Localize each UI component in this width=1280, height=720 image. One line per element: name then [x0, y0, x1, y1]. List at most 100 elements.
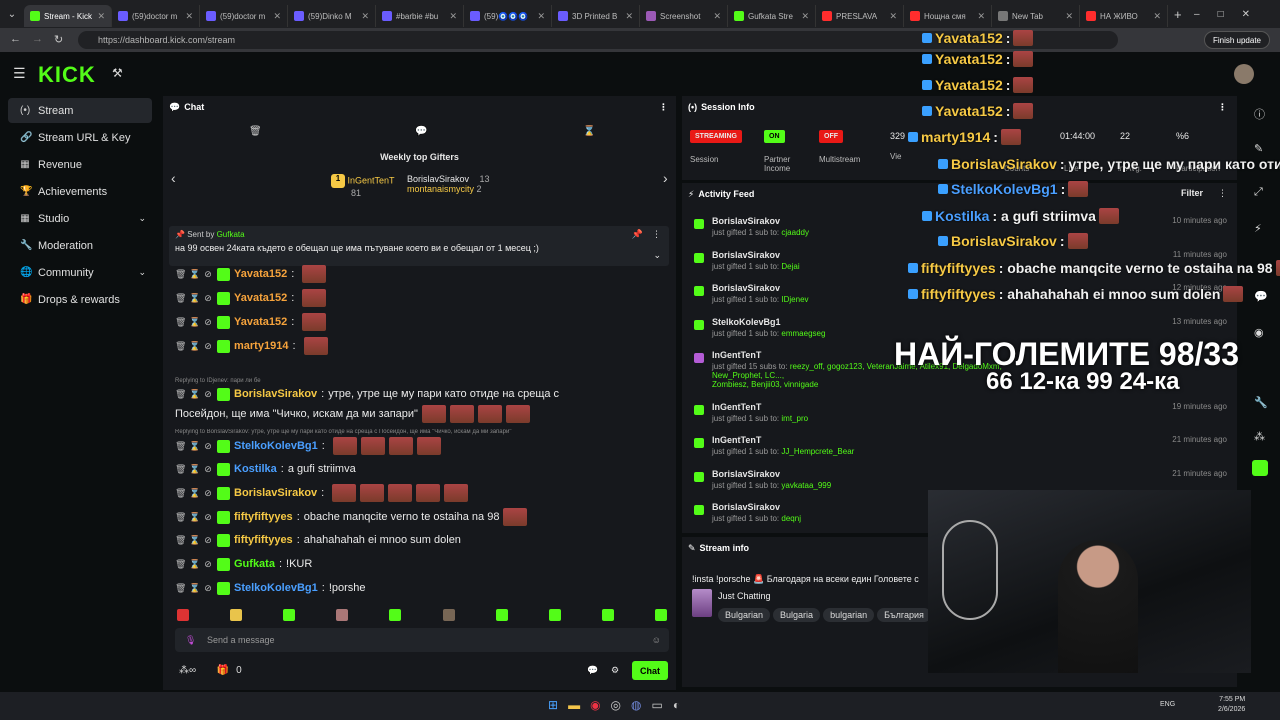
chat-rail-icon[interactable]: 💬 [1254, 290, 1268, 303]
emote-2[interactable] [230, 609, 243, 621]
emoji-icon[interactable]: ☺ [652, 635, 661, 645]
sidebar-item-revenue[interactable]: ▦ Revenue [8, 152, 152, 177]
browser-tab[interactable]: (59)🧿🧿🧿 ✕ [464, 5, 552, 27]
start-icon[interactable]: ⊞ [548, 698, 558, 712]
timeout-icon[interactable]: ⌛ [189, 389, 200, 400]
emote-9[interactable] [601, 609, 614, 621]
explorer-icon[interactable]: ▬ [568, 698, 580, 712]
delete-message-icon[interactable]: 🗑 [175, 583, 186, 594]
chevron-down-icon[interactable]: ⌄ [138, 213, 146, 224]
send-message-input[interactable]: 🎙 Send a message ☺ [175, 628, 669, 652]
tag-pill[interactable]: bulgarian [823, 608, 875, 622]
avatar[interactable] [1234, 64, 1254, 84]
ban-icon[interactable]: ⊘ [203, 488, 213, 499]
broadcast-icon[interactable]: ◉ [1254, 326, 1264, 339]
mic-icon[interactable]: 🎙 [185, 635, 196, 646]
feed-item-user[interactable]: BorislavSirakov [712, 469, 831, 479]
delete-message-icon[interactable]: 🗑 [175, 512, 186, 523]
tab-close-icon[interactable]: ✕ [537, 11, 545, 22]
browser-tab[interactable]: Нощна смя ✕ [904, 5, 992, 27]
chat-username[interactable]: Yavata152 [234, 292, 287, 304]
edit-icon[interactable]: ✎ [1254, 142, 1263, 155]
ban-icon[interactable]: ⊘ [203, 317, 213, 328]
browser-tab[interactable]: (59)doctor m ✕ [200, 5, 288, 27]
tab-close-icon[interactable]: ✕ [185, 11, 193, 22]
ban-icon[interactable]: ⊘ [203, 441, 213, 452]
timeout-icon[interactable]: ⌛ [189, 559, 200, 570]
hamburger-icon[interactable]: ☰ [13, 65, 26, 82]
sidebar-item-community[interactable]: 🌐 Community ⌄ [8, 260, 152, 285]
feed-item-user[interactable]: BorislavSirakov [712, 502, 801, 512]
terminal-icon[interactable]: ▭ [652, 698, 663, 712]
sidebar-item-stream-url-key[interactable]: 🔗 Stream URL & Key [8, 125, 152, 150]
delete-message-icon[interactable]: 🗑 [175, 441, 186, 452]
ban-icon[interactable]: ⊘ [203, 583, 213, 594]
emote-10[interactable] [654, 609, 667, 621]
back-icon[interactable]: ← [10, 33, 21, 45]
feed-item-recipient[interactable]: IDjenev [781, 295, 808, 304]
sidebar-item-stream[interactable]: (•) Stream [8, 98, 152, 123]
delete-message-icon[interactable]: 🗑 [175, 269, 186, 280]
delete-message-icon[interactable]: 🗑 [175, 559, 186, 570]
window-controls[interactable]: –□✕ [1194, 9, 1280, 20]
finish-update-button[interactable]: Finish update [1203, 31, 1270, 49]
feed-item-recipient[interactable]: emmaegseg [781, 329, 825, 338]
tab-close-icon[interactable]: ✕ [361, 11, 369, 22]
timeout-icon[interactable]: ⌛ [189, 269, 200, 280]
ban-icon[interactable]: ⊘ [203, 512, 213, 523]
timeout-icon[interactable]: ⌛ [189, 512, 200, 523]
chat-send-button[interactable]: Chat [632, 661, 668, 680]
tag-pill[interactable]: Bulgarian [718, 608, 771, 622]
emote-8[interactable] [548, 609, 561, 621]
emote-1[interactable] [177, 609, 189, 621]
delete-message-icon[interactable]: 🗑 [175, 317, 186, 328]
chevron-down-icon[interactable]: ⌄ [138, 267, 146, 278]
ban-icon[interactable]: ⊘ [203, 559, 213, 570]
tab-close-icon[interactable]: ✕ [449, 11, 457, 22]
session-menu-icon[interactable]: ⋮ [1218, 102, 1227, 113]
feed-item-recipient[interactable]: deqnj [781, 514, 801, 523]
feed-item-user[interactable]: InGentTenT [712, 435, 854, 445]
gift-icon[interactable]: 🎁 [217, 665, 229, 676]
hourglass-icon[interactable]: ⌛ [583, 126, 595, 137]
discord-icon[interactable]: ◍ [631, 698, 641, 712]
forward-icon[interactable]: → [32, 33, 43, 45]
ban-icon[interactable]: ⊘ [203, 464, 213, 475]
bolt-icon[interactable]: ⚡ [1254, 222, 1262, 235]
timeout-icon[interactable]: ⌛ [189, 488, 200, 499]
chat-username[interactable]: Kostilka [234, 463, 277, 475]
tab-close-icon[interactable]: ✕ [97, 11, 105, 22]
emote-3[interactable] [283, 609, 296, 621]
browser-tab[interactable]: New Tab ✕ [992, 5, 1080, 27]
trash-icon[interactable]: 🗑 [249, 126, 262, 137]
chat-settings-bubble-icon[interactable]: 💬 [587, 665, 598, 676]
feed-item-recipient[interactable]: JJ_Hempcrete_Bear [781, 447, 854, 456]
chat-username[interactable]: Gufkata [234, 558, 275, 570]
timeout-icon[interactable]: ⌛ [189, 583, 200, 594]
ban-icon[interactable]: ⊘ [203, 535, 213, 546]
hammer-icon[interactable]: ⚒ [112, 66, 123, 80]
sidebar-item-moderation[interactable]: 🔧 Moderation [8, 233, 152, 258]
ban-icon[interactable]: ⊘ [203, 293, 213, 304]
sidebar-item-drops-rewards[interactable]: 🎁 Drops & rewards [8, 287, 152, 312]
ban-icon[interactable]: ⊘ [203, 389, 213, 400]
chat-username[interactable]: Yavata152 [234, 316, 287, 328]
feed-item-recipient[interactable]: cjaaddy [781, 228, 809, 237]
browser-tab[interactable]: (59)Dinko M ✕ [288, 5, 376, 27]
chevron-right-icon[interactable]: › [663, 170, 668, 186]
emote-5[interactable] [389, 609, 402, 621]
delete-message-icon[interactable]: 🗑 [175, 488, 186, 499]
tab-close-icon[interactable]: ✕ [1065, 11, 1073, 22]
chrome-icon[interactable]: ◉ [590, 698, 600, 712]
ban-icon[interactable]: ⊘ [203, 269, 213, 280]
pinned-menu-icon[interactable]: ⋮ [652, 229, 661, 240]
chat-username[interactable]: fiftyfiftyyes [234, 511, 293, 523]
info-icon[interactable]: ⓘ [1254, 106, 1265, 122]
reload-icon[interactable]: ↻ [54, 33, 63, 46]
chat-username[interactable]: StelkoKolevBg1 [234, 582, 318, 594]
chat-username[interactable]: BorislavSirakov [234, 487, 317, 499]
steam-icon[interactable]: ◐ [673, 698, 680, 712]
feed-item-user[interactable]: BorislavSirakov [712, 216, 809, 226]
tab-menu-icon[interactable]: ⌄ [0, 9, 24, 20]
chat-menu-icon[interactable]: ⋮ [659, 102, 668, 113]
